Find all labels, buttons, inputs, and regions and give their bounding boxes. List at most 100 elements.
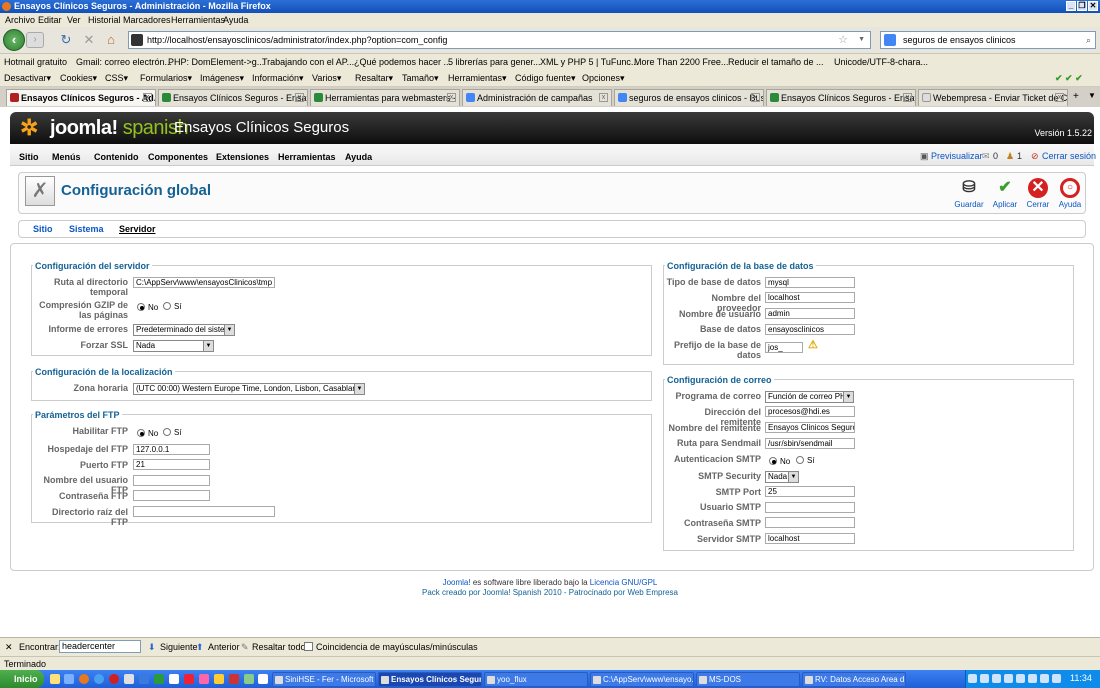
webdev-herramientas[interactable]: Herramientas▾ [448,70,507,87]
smtp-port-input[interactable]: 25 [765,486,855,497]
webdev-codigo-fuente[interactable]: Código fuente▾ [515,70,576,87]
timezone-select[interactable]: (UTC 00:00) Western Europe Time, London,… [133,383,365,395]
webdev-imagenes[interactable]: Imágenes▾ [200,70,244,87]
webdev-css[interactable]: CSS▾ [105,70,128,87]
apply-button[interactable]: ✔ Aplicar [987,178,1023,209]
help-button[interactable]: ○ Ayuda [1052,178,1088,209]
tab-6[interactable]: Ensayos Clínicos Seguros - Ensayos...x [766,89,916,106]
webdev-cookies[interactable]: Cookies▾ [60,70,97,87]
joomla-link[interactable]: Joomla! [443,578,471,587]
menu-ver[interactable]: Ver [67,13,81,27]
new-tab-icon[interactable]: + [1073,91,1079,102]
search-icon[interactable]: ⌕ [1086,32,1091,48]
find-prev-button[interactable]: Anterior [208,638,240,656]
task-yoo-flux[interactable]: yoo_flux [484,672,588,687]
back-button[interactable]: ‹ [3,29,25,51]
url-bar[interactable]: http://localhost/ensayosclinicos/adminis… [128,31,871,49]
close-button[interactable]: ✕ Cerrar [1020,178,1056,209]
tmp-path-input[interactable]: C:\AppServ\www\ensayosClinicos\tmp [133,277,275,288]
db-name-input[interactable]: ensayosclinicos [765,324,855,335]
gzip-no-radio[interactable]: No [137,302,158,313]
tab-close-icon[interactable]: x [143,93,152,102]
menu-archivo[interactable]: Archivo [5,13,35,27]
smtp-host-input[interactable]: localhost [765,533,855,544]
tray-icon[interactable] [980,674,989,683]
db-type-input[interactable]: mysql [765,277,855,288]
webdev-desactivar[interactable]: Desactivar▾ [4,70,51,87]
webdev-resaltar[interactable]: Resaltar▾ [355,70,393,87]
task-sinihse[interactable]: SiniHSE - Fer - Microsoft ... [272,672,376,687]
admin-menu-ayuda[interactable]: Ayuda [345,152,372,162]
webdev-informacion[interactable]: Información▾ [252,70,304,87]
close-window-button[interactable]: ✕ [1088,1,1098,11]
webdev-varios[interactable]: Varios▾ [312,70,341,87]
gpl-license-link[interactable]: Licencia GNU/GPL [590,578,658,587]
restore-button[interactable]: ❐ [1077,1,1087,11]
find-next-button[interactable]: Siguiente [160,638,198,656]
db-user-input[interactable]: admin [765,308,855,319]
sendmail-path-input[interactable]: /usr/sbin/sendmail [765,438,855,449]
minimize-button[interactable]: _ [1066,1,1076,11]
tab-close-icon[interactable]: x [751,93,760,102]
webdev-formularios[interactable]: Formularios▾ [140,70,192,87]
task-msdos[interactable]: MS-DOS [696,672,800,687]
subtab-sistema[interactable]: Sistema [69,224,104,234]
find-input[interactable]: headercenter [59,640,141,653]
admin-menu-extensiones[interactable]: Extensiones [216,152,269,162]
ftp-root-input[interactable] [133,506,275,517]
quicklaunch-icon[interactable] [169,674,179,684]
smtp-auth-yes-radio[interactable]: Sí [796,455,815,466]
tab-7[interactable]: Webempresa - Enviar Ticket de Co... x [918,89,1068,106]
messages-count[interactable]: 0 [993,151,998,161]
mail-fromname-input[interactable]: Ensayos Clinicos Seguros [765,422,855,433]
mail-from-input[interactable]: procesos@hdi.es [765,406,855,417]
bookmark-10[interactable]: Unicode/UTF-8-chara... [834,54,928,70]
mailer-select[interactable]: Función de correo PHP ▼ [765,391,854,403]
bookmark-5[interactable]: ¿Qué podemos hacer ... [354,54,451,70]
tab-close-icon[interactable]: x [447,93,456,102]
webdev-opciones[interactable]: Opciones▾ [582,70,625,87]
error-report-select[interactable]: Predeterminado del sistema ▼ [133,324,235,336]
force-ssl-select[interactable]: Nada ▼ [133,340,214,352]
task-firefox[interactable]: Ensayos Clínicos Segur... [378,672,482,687]
menu-ayuda[interactable]: Ayuda [223,13,248,27]
ftp-no-radio[interactable]: No [137,428,158,439]
quicklaunch-icon[interactable] [94,674,104,684]
quicklaunch-icon[interactable] [184,674,194,684]
bookmark-1[interactable]: Hotmail gratuito [4,54,67,70]
task-email[interactable]: RV: Datos Acceso Area d... [802,672,906,687]
quicklaunch-icon[interactable] [50,674,60,684]
tab-4[interactable]: Administración de campañas x [462,89,612,106]
ftp-port-input[interactable]: 21 [133,459,210,470]
match-case-checkbox[interactable] [304,642,313,651]
reload-icon[interactable]: ↻ [59,33,73,47]
quicklaunch-icon[interactable] [258,674,268,684]
preview-link[interactable]: Previsualizar [931,151,983,161]
smtp-security-select[interactable]: Nada ▼ [765,471,799,483]
smtp-auth-no-radio[interactable]: No [769,456,790,467]
findbar-close-icon[interactable]: ✕ [5,638,13,656]
tray-icon[interactable] [1040,674,1049,683]
ftp-host-input[interactable]: 127.0.0.1 [133,444,210,455]
bookmark-3[interactable]: PHP: DomElement->g... [168,54,264,70]
tray-icon[interactable] [1016,674,1025,683]
admin-menu-herramientas[interactable]: Herramientas [278,152,336,162]
logout-link[interactable]: Cerrar sesión [1042,151,1096,161]
ftp-yes-radio[interactable]: Sí [163,427,182,438]
firefox-quicklaunch-icon[interactable] [79,674,89,684]
tray-icon[interactable] [1052,674,1061,683]
menu-editar[interactable]: Editar [38,13,62,27]
smtp-password-input[interactable] [765,517,855,528]
quicklaunch-icon[interactable] [154,674,164,684]
forward-button[interactable]: › [26,32,44,48]
tab-close-icon[interactable]: x [1055,93,1064,102]
subtab-sitio[interactable]: Sitio [33,224,53,234]
bookmark-6[interactable]: 5 librerías para gener... [448,54,541,70]
bookmark-4[interactable]: Trabajando con el AP... [262,54,354,70]
users-count[interactable]: 1 [1017,151,1022,161]
admin-menu-contenido[interactable]: Contenido [94,152,139,162]
bookmark-2[interactable]: Gmail: correo electrón... [76,54,172,70]
webdev-tamano[interactable]: Tamaño▾ [402,70,439,87]
quicklaunch-icon[interactable] [139,674,149,684]
quicklaunch-icon[interactable] [199,674,209,684]
